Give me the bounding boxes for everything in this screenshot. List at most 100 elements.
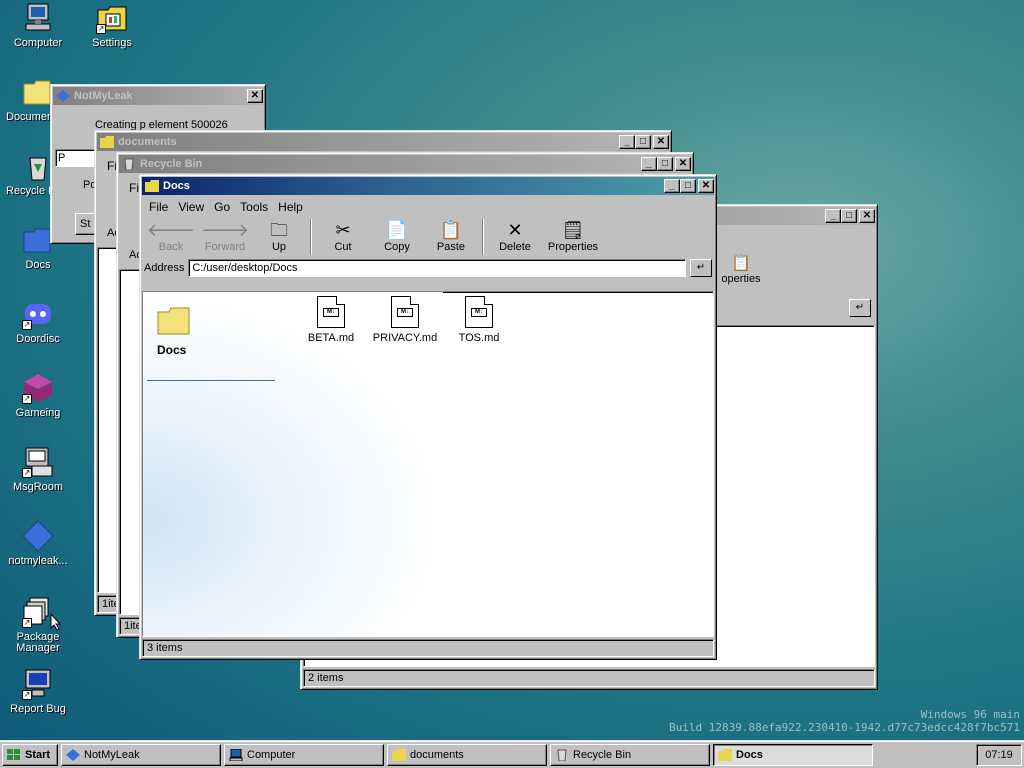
monitor-icon: ↗	[22, 668, 54, 700]
file-label: PRIVACY.md	[372, 332, 438, 344]
properties-button[interactable]: 🗒 Properties	[542, 219, 604, 253]
close-button[interactable]: ✕	[698, 179, 714, 193]
notmyleak-titlebar[interactable]: NotMyLeak ✕	[53, 87, 263, 105]
minimize-button[interactable]: _	[641, 157, 657, 171]
close-button[interactable]: ✕	[247, 89, 263, 103]
copy-icon: 📄	[385, 220, 409, 240]
maximize-button[interactable]: □	[841, 209, 857, 223]
build-watermark: Windows 96 main Build 12839.88efa922.230…	[669, 708, 1020, 734]
desktop-icon-label: Doordisc	[16, 333, 60, 345]
desktop-icon-label: Package Manager	[16, 631, 60, 654]
properties-icon: 📋	[731, 255, 751, 272]
folder-icon	[718, 748, 732, 761]
toolbar-separator	[310, 219, 312, 255]
toolbar-separator	[482, 219, 484, 255]
desktop-icon-label: Report Bug	[10, 703, 66, 715]
recycle-bin-icon	[124, 158, 134, 170]
menu-go[interactable]: Go	[209, 200, 235, 214]
file-privacy-md[interactable]: M↓ PRIVACY.md	[365, 296, 445, 344]
msgroom-icon: ↗	[22, 446, 54, 478]
cut-button[interactable]: ✂ Cut	[316, 219, 370, 253]
window-title: documents	[118, 136, 177, 148]
address-input[interactable]: C:/user/desktop/Docs	[188, 259, 686, 277]
menu-file[interactable]: File	[144, 200, 173, 214]
taskbar: Start NotMyLeak Computer documents Recyc…	[0, 740, 1024, 768]
sidebar-divider	[147, 380, 275, 381]
taskbar-item-recycle-bin[interactable]: Recycle Bin	[550, 743, 710, 766]
desktop-icon-doordisc[interactable]: ↗ Doordisc	[6, 298, 70, 345]
desktop-icon-label: Settings	[92, 37, 132, 49]
paste-icon: 📋	[439, 220, 463, 240]
taskbar-item-computer[interactable]: Computer	[224, 743, 384, 766]
delete-button[interactable]: ✕ Delete	[488, 219, 542, 253]
taskbar-clock[interactable]: 07:19	[976, 743, 1022, 766]
copy-button[interactable]: 📄 Copy	[370, 219, 424, 253]
menu-view[interactable]: View	[173, 200, 209, 214]
desktop-icon-report-bug[interactable]: ↗ Report Bug	[6, 668, 70, 715]
up-button[interactable]: 🗀 Up	[252, 219, 306, 253]
settings-icon: ↗	[96, 2, 128, 34]
docs-window[interactable]: Docs _ □ ✕ File View Go Tools Help 🡐 Back…	[139, 174, 717, 660]
menu-file[interactable]: Fi	[129, 181, 139, 195]
properties-toolbar-button[interactable]: 📋 operties	[711, 253, 771, 285]
doordisc-icon: ↗	[22, 298, 54, 330]
taskbar-item-docs[interactable]: Docs	[713, 743, 873, 766]
computer-icon	[22, 2, 54, 34]
desktop-icon-notmyleak[interactable]: notmyleak...	[6, 520, 70, 567]
status-bar: 3 items	[142, 639, 714, 657]
desktop-icon-settings[interactable]: ↗ Settings	[80, 2, 144, 49]
desktop-icon-label: MsgRoom	[12, 481, 64, 493]
desktop-icon-label: Computer	[13, 37, 63, 49]
markdown-file-icon: M↓	[391, 296, 419, 328]
forward-arrow-icon: 🡒	[200, 220, 250, 240]
window-title: Docs	[163, 180, 190, 192]
close-button[interactable]: ✕	[653, 135, 669, 149]
back-button[interactable]: 🡐 Back	[144, 219, 198, 253]
toolbar: 🡐 Back 🡒 Forward 🗀 Up ✂ Cut 📄 Copy 📋 Paste ✕ De…	[140, 217, 716, 257]
start-button[interactable]: Start	[2, 743, 58, 766]
go-button[interactable]: ↵	[849, 299, 871, 317]
taskbar-item-notmyleak[interactable]: NotMyLeak	[61, 743, 221, 766]
close-button[interactable]: ✕	[859, 209, 875, 223]
desktop-icon-msgroom[interactable]: ↗ MsgRoom	[6, 446, 70, 493]
go-button[interactable]: ↵	[690, 259, 712, 277]
diamond-icon	[66, 748, 80, 761]
docs-titlebar[interactable]: Docs _ □ ✕	[142, 177, 714, 195]
documents-titlebar[interactable]: documents _ □ ✕	[97, 133, 669, 151]
minimize-button[interactable]: _	[664, 179, 680, 193]
delete-x-icon: ✕	[507, 220, 523, 240]
forward-button[interactable]: 🡒 Forward	[198, 219, 252, 253]
sidebar-title: Docs	[157, 343, 187, 357]
close-button[interactable]: ✕	[675, 157, 691, 171]
window-title: Recycle Bin	[140, 158, 203, 170]
notmyleak-input[interactable]: P	[55, 149, 95, 167]
file-label: BETA.md	[307, 332, 355, 344]
menu-help[interactable]: Help	[273, 200, 308, 214]
folder-icon	[100, 136, 114, 148]
address-bar: Address C:/user/desktop/Docs ↵	[140, 257, 716, 279]
desktop-icon-computer[interactable]: Computer	[6, 2, 70, 49]
maximize-button[interactable]: □	[680, 179, 696, 193]
desktop-icon-label: Docs	[25, 259, 51, 271]
desktop-icon-gameing[interactable]: ↗ Gameing	[6, 372, 70, 419]
maximize-button[interactable]: □	[657, 157, 673, 171]
folder-icon	[392, 748, 406, 761]
taskbar-item-documents[interactable]: documents	[387, 743, 547, 766]
desktop-icon-label: Gameing	[15, 407, 61, 419]
minimize-button[interactable]: _	[825, 209, 841, 223]
recycle-bin-titlebar[interactable]: Recycle Bin _ □ ✕	[119, 155, 691, 173]
properties-icon: 🗒	[561, 220, 585, 240]
file-beta-md[interactable]: M↓ BETA.md	[291, 296, 371, 344]
menu-tools[interactable]: Tools	[235, 200, 273, 214]
paste-button[interactable]: 📋 Paste	[424, 219, 478, 253]
window-title: NotMyLeak	[74, 90, 133, 102]
scissors-icon: ✂	[335, 220, 351, 240]
start-logo-icon	[7, 748, 20, 760]
address-label: Address	[144, 262, 185, 274]
file-tos-md[interactable]: M↓ TOS.md	[439, 296, 519, 344]
maximize-button[interactable]: □	[635, 135, 651, 149]
markdown-file-icon: M↓	[465, 296, 493, 328]
mouse-cursor-icon	[50, 613, 62, 631]
minimize-button[interactable]: _	[619, 135, 635, 149]
diamond-icon	[22, 520, 54, 552]
